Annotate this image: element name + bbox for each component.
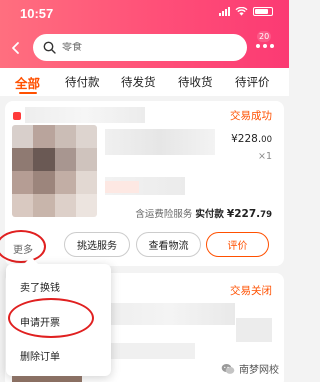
tab-active-indicator <box>19 92 37 94</box>
view-logistics-button[interactable]: 查看物流 <box>136 232 201 257</box>
search-icon <box>43 41 56 54</box>
product-sku-redacted <box>105 343 195 359</box>
product-tag-redacted <box>105 181 139 193</box>
item-price: ¥228.00 <box>231 133 272 145</box>
wifi-icon <box>235 7 248 16</box>
cellular-signal-icon <box>219 7 230 16</box>
product-image[interactable] <box>12 125 97 217</box>
more-options-icon[interactable] <box>256 44 274 48</box>
payment-summary: 含运费险服务 实付款 ¥227.79 <box>135 206 272 220</box>
back-icon[interactable] <box>9 38 23 58</box>
tab-pending-payment[interactable]: 待付款 <box>65 74 100 90</box>
search-input[interactable] <box>62 42 232 53</box>
item-quantity: ×1 <box>257 151 272 162</box>
paid-label: 实付款 <box>195 209 224 220</box>
tab-pending-receipt[interactable]: 待收货 <box>178 74 213 90</box>
search-box[interactable] <box>33 34 247 61</box>
watermark-text: 南梦网校 <box>239 365 279 376</box>
product-title-redacted <box>105 303 235 325</box>
paid-amount: ¥227.79 <box>226 208 272 220</box>
product-title-redacted <box>105 129 215 155</box>
review-button[interactable]: 评价 <box>206 232 269 257</box>
tab-all[interactable]: 全部 <box>15 73 40 92</box>
order-card[interactable]: 交易成功 ¥228.00 ×1 含运费险服务 实付款 ¥227.79 更多 挑选… <box>5 101 284 266</box>
store-name-redacted <box>25 107 145 123</box>
wechat-icon <box>221 363 235 374</box>
select-service-button[interactable]: 挑选服务 <box>64 232 130 257</box>
battery-icon <box>253 7 273 16</box>
store-icon <box>13 112 21 120</box>
header-bar: 10:57 20 <box>0 0 289 68</box>
order-status: 交易关闭 <box>230 285 272 297</box>
order-tabs: 全部 待付款 待发货 待收货 待评价 <box>0 68 289 96</box>
message-badge: 20 <box>257 31 272 42</box>
status-time: 10:57 <box>20 6 54 21</box>
annotation-circle-invoice <box>8 298 94 338</box>
price-redacted <box>236 318 272 342</box>
service-note: 含运费险服务 <box>135 209 193 220</box>
menu-item-sell-for-cash[interactable]: 卖了换钱 <box>20 279 60 294</box>
tab-pending-review[interactable]: 待评价 <box>235 74 270 90</box>
tab-pending-shipment[interactable]: 待发货 <box>121 74 156 90</box>
watermark: 南梦网校 <box>221 361 279 376</box>
menu-item-delete-order[interactable]: 删除订单 <box>20 348 60 363</box>
order-status: 交易成功 <box>230 110 272 122</box>
status-icons <box>219 7 273 16</box>
